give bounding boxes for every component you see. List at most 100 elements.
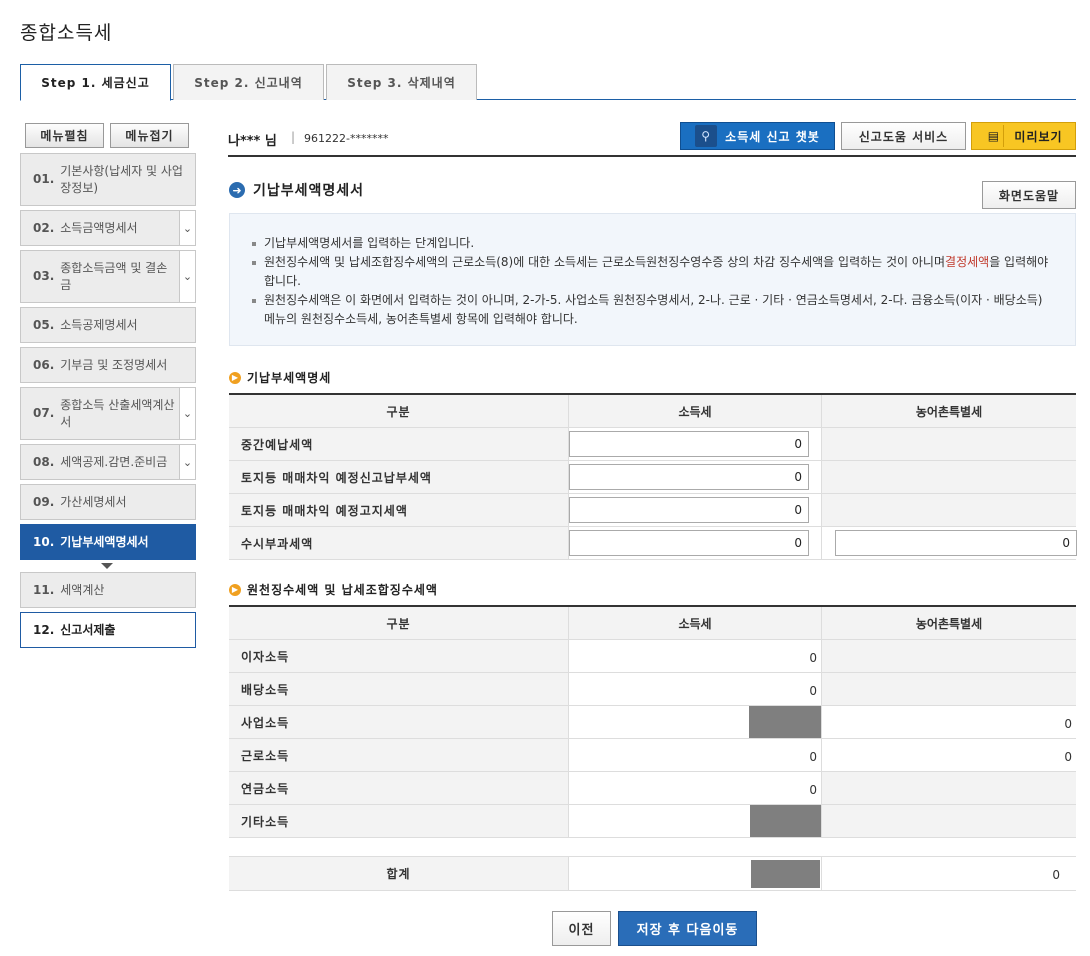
info-line-2: 원천징수세액 및 납세조합징수세액의 근로소득(8)에 대한 소득세는 근로소득… [250,253,1051,291]
chevron-down-icon[interactable]: ⌄ [179,211,195,245]
rural-tax-cell [821,428,1076,460]
income-tax-input[interactable]: 0 [569,431,809,457]
prev-button[interactable]: 이전 [552,911,611,946]
rural-tax-input[interactable]: 0 [835,530,1077,556]
sidebar-item-06[interactable]: 06. 기부금 및 조정명세서 [20,347,196,383]
chatbot-button[interactable]: ⚲ 소득세 신고 챗봇 [680,122,835,150]
sidebar-item-num: 10. [33,534,55,549]
tab-step1[interactable]: Step 1. 세금신고 [20,64,171,101]
sidebar-item-num: 08. [33,454,55,469]
table-row: 근로소득 0 0 [229,739,1076,772]
header-income-tax: 소득세 [568,395,821,427]
rural-tax-cell [821,673,1076,705]
row-label: 배당소득 [229,673,568,705]
arrow-down-icon [101,563,113,569]
income-tax-value: 0 [809,684,817,698]
section-title-text: 기납부세액명세서 [253,183,365,199]
save-next-button[interactable]: 저장 후 다음이동 [618,911,757,946]
table-row: 연금소득 0 [229,772,1076,805]
rural-tax-cell: 0 [821,739,1076,771]
sidebar-item-10[interactable]: 10. 기납부세액명세서 [20,524,196,560]
tab-step3[interactable]: Step 3. 삭제내역 [326,64,477,100]
table-header: 구분 소득세 농어촌특별세 [229,395,1076,428]
income-tax-cell: 0 [568,461,821,493]
table2-title: ▶ 원천징수세액 및 납세조합징수세액 [229,581,438,598]
sidebar-item-num: 07. [33,406,55,420]
header-divider [228,155,1076,157]
prepaid-tax-table: 구분 소득세 농어촌특별세 중간예납세액 0 토지등 매매차익 예정신고납부세액… [229,393,1077,560]
row-label: 연금소득 [229,772,568,804]
sidebar-item-num: 11. [33,582,55,597]
sidebar-item-label: 기부금 및 조정명세서 [60,357,168,372]
info-highlight: 결정세액 [945,255,990,269]
income-tax-cell: 0 [568,527,821,559]
help-service-button[interactable]: 신고도움 서비스 [841,122,966,150]
rural-tax-value: 0 [1064,717,1072,731]
table-row: 배당소득 0 [229,673,1076,706]
table-row: 수시부과세액 0 0 [229,527,1077,560]
table-row: 토지등 매매차익 예정신고납부세액 0 [229,461,1076,494]
rural-tax-cell [821,772,1076,804]
sidebar-item-03[interactable]: 03. 종합소득금액 및 결손금 ⌄ [20,250,196,303]
chevron-down-icon[interactable]: ⌄ [179,388,195,439]
sidebar-item-num: 06. [33,357,55,372]
rural-tax-cell [821,805,1076,837]
sidebar-item-07[interactable]: 07. 종합소득 산출세액계산서 ⌄ [20,387,196,440]
sidebar-item-11[interactable]: 11. 세액계산 [20,572,196,608]
header-rural-tax: 농어촌특별세 [821,395,1076,427]
rural-tax-cell [821,461,1076,493]
sidebar-item-12[interactable]: 12. 신고서제출 [20,612,196,648]
income-tax-input[interactable]: 0 [569,464,809,490]
sidebar-item-num: 05. [33,317,55,332]
bullet-icon: ▶ [229,583,241,596]
row-label: 이자소득 [229,640,568,672]
disabled-block [750,805,822,837]
table-row: 사업소득 0 [229,706,1076,739]
preview-button[interactable]: ▤ 미리보기 [971,122,1076,150]
menu-expand-button[interactable]: 메뉴펼침 [25,123,104,148]
total-income-tax-cell [568,857,821,890]
sidebar-item-num: 12. [33,622,55,637]
income-tax-cell: 0 [568,494,821,526]
rural-tax-cell: 0 [821,706,1076,738]
income-tax-cell: 0 [568,772,821,804]
menu-collapse-button[interactable]: 메뉴접기 [110,123,189,148]
chatbot-icon: ⚲ [695,125,718,147]
user-separator: | [291,130,296,144]
table2-title-text: 원천징수세액 및 납세조합징수세액 [247,583,438,597]
header-rural-tax: 농어촌특별세 [821,607,1076,639]
chevron-down-icon[interactable]: ⌄ [179,251,195,302]
sidebar-item-label: 신고서제출 [60,622,116,637]
sidebar-item-09[interactable]: 09. 가산세명세서 [20,484,196,520]
income-tax-input[interactable]: 0 [569,497,809,523]
chevron-down-icon[interactable]: ⌄ [179,445,195,479]
page-title: 종합소득세 [20,22,113,44]
sidebar-item-label: 소득금액명세서 [60,220,138,235]
row-label: 토지등 매매차익 예정신고납부세액 [229,461,568,493]
sidebar-item-02[interactable]: 02. 소득금액명세서 ⌄ [20,210,196,246]
income-tax-cell: 0 [568,428,821,460]
preview-label: 미리보기 [1014,129,1063,144]
tab-step2[interactable]: Step 2. 신고내역 [173,64,324,100]
sidebar-item-08[interactable]: 08. 세액공제.감면.준비금 ⌄ [20,444,196,480]
income-tax-cell: 0 [568,739,821,771]
disabled-block [751,860,820,888]
sidebar-item-num: 03. [33,269,55,283]
screen-help-button[interactable]: 화면도움말 [982,181,1076,209]
sidebar-item-05[interactable]: 05. 소득공제명세서 [20,307,196,343]
table-spacer [229,838,1076,857]
sidebar-item-num: 01. [33,172,55,186]
row-label: 기타소득 [229,805,568,837]
sidebar-item-01[interactable]: 01. 기본사항(납세자 및 사업장정보) [20,153,196,206]
sidebar-item-label: 세액계산 [60,582,105,597]
row-label: 중간예납세액 [229,428,568,460]
row-label: 사업소득 [229,706,568,738]
row-label: 근로소득 [229,739,568,771]
user-name: 나*** 님 [228,134,277,149]
income-tax-input[interactable]: 0 [569,530,809,556]
info-line-2a: 원천징수세액 및 납세조합징수세액의 근로소득(8)에 대한 소득세는 근로소득… [264,255,946,269]
sidebar-item-num: 02. [33,220,55,235]
rural-tax-cell: 0 [821,527,1077,559]
rural-tax-value: 0 [1064,750,1072,764]
income-tax-value: 0 [809,783,817,797]
